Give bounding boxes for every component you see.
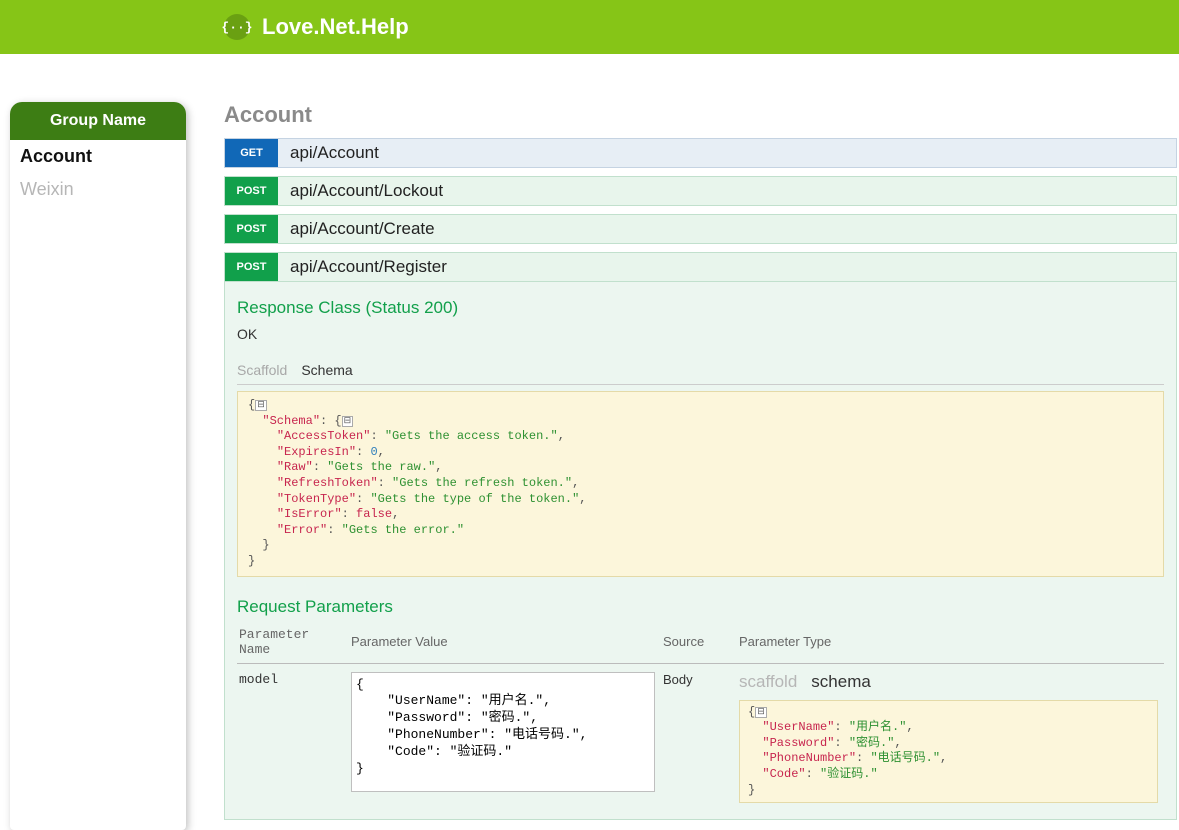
collapse-icon[interactable]: ⊟ xyxy=(755,707,767,718)
app-title: Love.Net.Help xyxy=(262,14,409,40)
collapse-icon[interactable]: ⊟ xyxy=(255,400,267,411)
endpoint-row[interactable]: POST api/Account/Lockout xyxy=(224,176,1177,206)
section-title: Account xyxy=(224,102,1177,128)
tab-scaffold[interactable]: scaffold xyxy=(739,672,797,692)
sidebar-item-label: Weixin xyxy=(20,179,74,199)
endpoint-path: api/Account/Lockout xyxy=(278,181,443,201)
param-type-schema-box[interactable]: {⊟ "UserName": "用户名.", "Password": "密码."… xyxy=(739,700,1158,804)
sidebar-item-label: Account xyxy=(20,146,92,166)
main-content: Account GET api/Account POST api/Account… xyxy=(186,74,1179,830)
tab-schema[interactable]: schema xyxy=(811,672,871,692)
response-class-title: Response Class (Status 200) xyxy=(237,298,1164,318)
endpoint-row[interactable]: GET api/Account xyxy=(224,138,1177,168)
response-schema-box[interactable]: {⊟ "Schema": {⊟ "AccessToken": "Gets the… xyxy=(237,391,1164,577)
endpoint-row[interactable]: POST api/Account/Create xyxy=(224,214,1177,244)
app-logo-glyph: {··} xyxy=(221,20,252,35)
request-params-table: Parameter Name Parameter Value Source Pa… xyxy=(237,623,1164,806)
collapse-icon[interactable]: ⊟ xyxy=(342,416,354,427)
sidebar-header: Group Name xyxy=(10,102,186,140)
app-logo-icon: {··} xyxy=(224,14,250,40)
endpoint-row[interactable]: POST api/Account/Register xyxy=(224,252,1177,282)
sidebar-item-weixin[interactable]: Weixin xyxy=(10,173,186,206)
param-type-tabs: scaffold schema xyxy=(739,672,1158,692)
col-header-source: Source xyxy=(661,623,737,664)
response-status-text: OK xyxy=(237,326,1164,342)
method-badge: GET xyxy=(225,139,278,167)
method-badge: POST xyxy=(225,253,278,281)
endpoint-path: api/Account/Register xyxy=(278,257,447,277)
param-value-input[interactable] xyxy=(351,672,655,792)
sidebar-item-account[interactable]: Account xyxy=(10,140,186,173)
endpoint-path: api/Account xyxy=(278,143,379,163)
sidebar: Group Name Account Weixin xyxy=(10,102,186,830)
endpoint-detail-panel: Response Class (Status 200) OK Scaffold … xyxy=(224,282,1177,820)
method-badge: POST xyxy=(225,177,278,205)
param-name: model xyxy=(237,663,349,805)
endpoint-path: api/Account/Create xyxy=(278,219,435,239)
col-header-type: Parameter Type xyxy=(737,623,1164,664)
col-header-name: Parameter Name xyxy=(237,623,349,664)
table-row: model Body scaffold schema {⊟ "UserName"… xyxy=(237,663,1164,805)
response-tabs: Scaffold Schema xyxy=(237,358,1164,385)
method-badge: POST xyxy=(225,215,278,243)
app-header: {··} Love.Net.Help xyxy=(0,0,1179,54)
tab-scaffold[interactable]: Scaffold xyxy=(237,358,295,384)
request-params-title: Request Parameters xyxy=(237,597,1164,617)
schema-root-key: "Schema" xyxy=(262,414,320,428)
tab-schema[interactable]: Schema xyxy=(301,358,360,384)
col-header-value: Parameter Value xyxy=(349,623,661,664)
param-source: Body xyxy=(661,663,737,805)
